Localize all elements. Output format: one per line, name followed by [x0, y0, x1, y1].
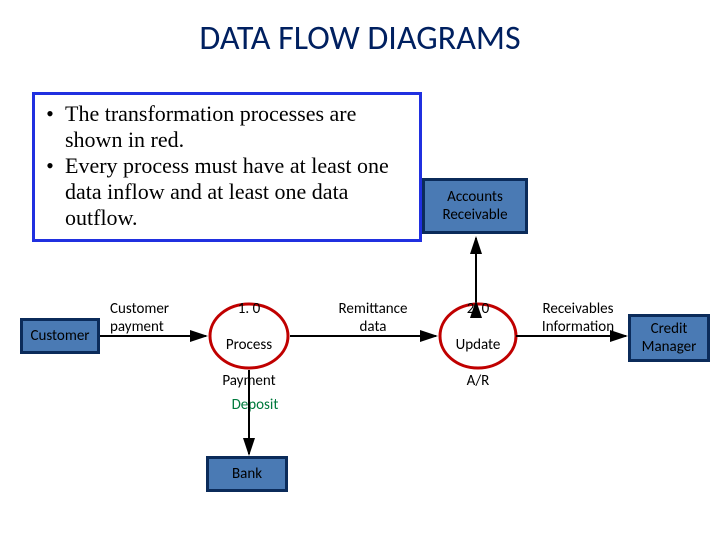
callout-text-1: The transformation processes are shown i… — [65, 101, 411, 153]
callout-bullet-1: • The transformation processes are shown… — [43, 101, 411, 153]
callout-box: • The transformation processes are shown… — [32, 92, 422, 242]
process-2: 2. 0 Update A/R — [438, 302, 518, 370]
flow-customer-payment-label: Customer payment — [110, 300, 200, 336]
process-1: 1. 0 Process Payment — [208, 302, 290, 370]
entity-accounts-receivable: Accounts Receivable — [422, 178, 528, 234]
bullet-dot: • — [43, 101, 57, 153]
page-title: DATA FLOW DIAGRAMS — [0, 18, 720, 59]
process-2-l2: Update — [456, 336, 501, 354]
process-1-num: 1. 0 — [238, 300, 260, 318]
entity-customer-label: Customer — [30, 327, 89, 345]
flow-remittance-data-label: Remittance data — [318, 300, 428, 336]
flow-receivables-info-label: Receivables Information — [528, 300, 628, 336]
process-2-num: 2. 0 — [467, 300, 489, 318]
process-1-l3: Payment — [222, 372, 275, 390]
entity-bank-label: Bank — [232, 465, 262, 483]
entity-credit-manager: Credit Manager — [628, 314, 710, 362]
entity-cm-label: Credit Manager — [642, 320, 697, 356]
flow-deposit-label: Deposit — [220, 396, 290, 414]
arrows-layer — [0, 0, 720, 540]
entity-bank: Bank — [206, 456, 288, 492]
bullet-dot: • — [43, 153, 57, 231]
process-1-l2: Process — [226, 336, 272, 354]
process-2-l3: A/R — [467, 372, 490, 390]
entity-customer: Customer — [20, 318, 100, 354]
callout-text-2: Every process must have at least one dat… — [65, 153, 411, 231]
entity-ar-label: Accounts Receivable — [442, 188, 507, 224]
callout-bullet-2: • Every process must have at least one d… — [43, 153, 411, 231]
